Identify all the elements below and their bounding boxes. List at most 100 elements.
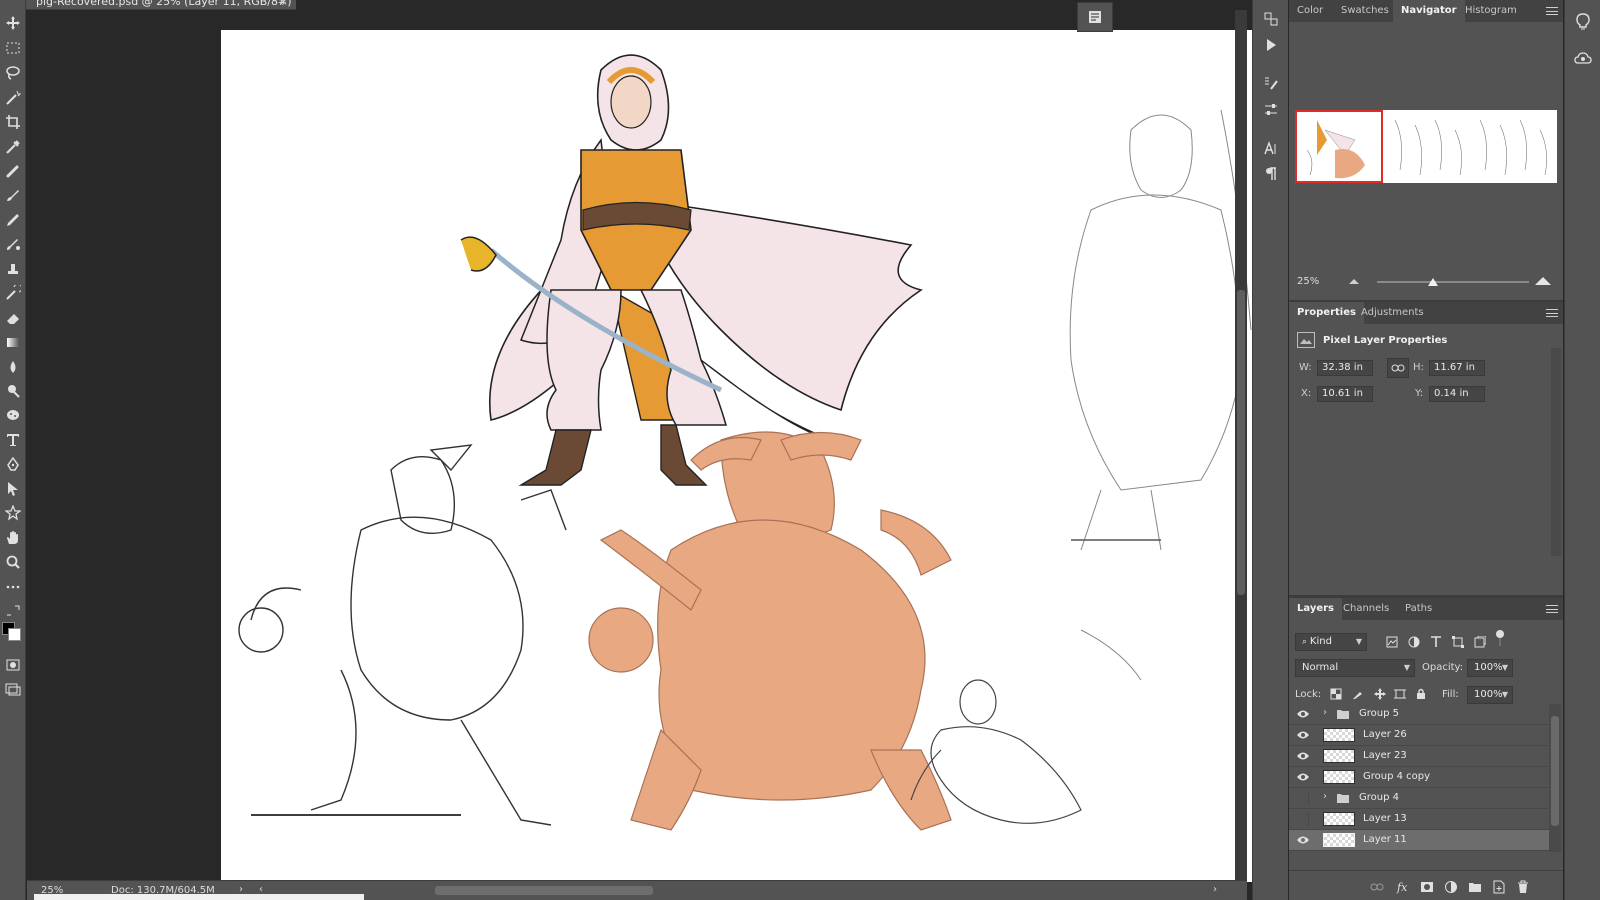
gradient-tool-icon[interactable] xyxy=(2,331,24,353)
tab-navigator[interactable]: Navigator xyxy=(1393,0,1465,22)
hand-tool-icon[interactable] xyxy=(2,527,24,549)
history-panel-icon[interactable] xyxy=(1260,8,1282,30)
y-position-field[interactable]: 0.14 in xyxy=(1429,386,1485,402)
type-tool-icon[interactable] xyxy=(2,429,24,451)
learn-lightbulb-icon[interactable] xyxy=(1571,10,1595,34)
layer-style-fx-icon[interactable]: fx xyxy=(1395,879,1411,895)
magic-wand-tool-icon[interactable] xyxy=(2,87,24,109)
add-mask-icon[interactable] xyxy=(1419,879,1435,895)
close-icon[interactable]: × xyxy=(279,0,288,8)
pencil-tool-icon[interactable] xyxy=(2,209,24,231)
vertical-scrollbar-thumb[interactable] xyxy=(1237,290,1245,595)
zoom-out-icon[interactable] xyxy=(1349,279,1359,284)
panel-menu-icon[interactable] xyxy=(1545,306,1559,320)
link-layers-icon[interactable] xyxy=(1369,879,1385,895)
layer-row-layer-23[interactable]: Layer 23 xyxy=(1289,746,1549,767)
panel-menu-icon[interactable] xyxy=(1545,4,1559,18)
quick-mask-icon[interactable] xyxy=(2,654,24,676)
properties-scrollbar[interactable] xyxy=(1551,348,1561,556)
navigator-zoom-slider-thumb[interactable] xyxy=(1428,278,1438,286)
pen-tool-icon[interactable] xyxy=(2,454,24,476)
eyedropper-tool-icon[interactable] xyxy=(2,136,24,158)
eraser-tool-icon[interactable] xyxy=(2,307,24,329)
background-color-swatch[interactable] xyxy=(8,628,21,641)
new-group-folder-icon[interactable] xyxy=(1467,879,1483,895)
lock-image-pixels-icon[interactable] xyxy=(1351,687,1365,701)
paragraph-panel-icon[interactable] xyxy=(1260,163,1282,185)
navigator-zoom-slider[interactable] xyxy=(1377,281,1529,283)
visibility-eye-icon[interactable] xyxy=(1295,749,1311,763)
filter-type-icon[interactable] xyxy=(1429,635,1443,649)
height-field[interactable]: 11.67 in xyxy=(1429,360,1485,376)
layer-row-group-5[interactable]: › Group 5 xyxy=(1289,704,1549,725)
filter-pixel-icon[interactable] xyxy=(1385,635,1399,649)
filter-adjustment-icon[interactable] xyxy=(1407,635,1421,649)
filter-toggle-icon[interactable] xyxy=(1493,630,1507,646)
clone-stamp-tool-icon[interactable] xyxy=(2,258,24,280)
marquee-tool-icon[interactable] xyxy=(2,37,24,59)
vertical-scrollbar[interactable] xyxy=(1235,10,1247,881)
link-dimensions-button[interactable] xyxy=(1387,358,1409,378)
play-actions-icon[interactable] xyxy=(1260,34,1282,56)
tab-channels[interactable]: Channels xyxy=(1335,598,1397,620)
delete-layer-trash-icon[interactable] xyxy=(1515,879,1531,895)
navigator-zoom-value[interactable]: 25% xyxy=(1297,276,1319,287)
zoom-tool-icon[interactable] xyxy=(2,551,24,573)
document-options-button[interactable] xyxy=(1077,2,1113,32)
more-tools-icon[interactable] xyxy=(2,576,24,598)
chevron-right-icon[interactable]: › xyxy=(1323,707,1327,718)
filter-smart-object-icon[interactable] xyxy=(1473,635,1487,649)
swap-colors-icon[interactable] xyxy=(2,600,24,622)
tab-swatches[interactable]: Swatches xyxy=(1333,0,1397,22)
zoom-in-icon[interactable] xyxy=(1535,277,1551,285)
visibility-eye-icon[interactable] xyxy=(1295,707,1311,721)
fill-field[interactable]: 100% ▼ xyxy=(1467,686,1513,704)
visibility-eye-icon[interactable] xyxy=(1295,728,1311,742)
blur-tool-icon[interactable] xyxy=(2,356,24,378)
new-layer-icon[interactable] xyxy=(1491,879,1507,895)
layer-row-layer-26[interactable]: Layer 26 xyxy=(1289,725,1549,746)
color-replacement-tool-icon[interactable] xyxy=(2,233,24,255)
document-tab[interactable]: pig-Recovered.psd @ 25% (Layer 11, RGB/8… xyxy=(26,0,296,10)
layers-scrollbar[interactable] xyxy=(1549,704,1561,852)
lock-position-icon[interactable] xyxy=(1373,687,1387,701)
history-brush-tool-icon[interactable] xyxy=(2,282,24,304)
layer-row-layer-13[interactable]: Layer 13 xyxy=(1289,809,1549,830)
lock-artboard-icon[interactable] xyxy=(1393,687,1407,701)
custom-shape-tool-icon[interactable] xyxy=(2,502,24,524)
brush-tool-icon[interactable] xyxy=(2,184,24,206)
layer-row-group-4-copy[interactable]: Group 4 copy xyxy=(1289,767,1549,788)
x-position-field[interactable]: 10.61 in xyxy=(1317,386,1373,402)
visibility-toggle-hidden[interactable] xyxy=(1295,791,1309,805)
lock-transparent-pixels-icon[interactable] xyxy=(1329,687,1343,701)
navigator-view-box[interactable] xyxy=(1295,110,1383,183)
panel-menu-icon[interactable] xyxy=(1545,602,1559,616)
layer-row-layer-11[interactable]: Layer 11 xyxy=(1289,830,1549,851)
visibility-toggle-hidden[interactable] xyxy=(1295,812,1309,826)
tab-histogram[interactable]: Histogram xyxy=(1457,0,1525,22)
dodge-tool-icon[interactable] xyxy=(2,380,24,402)
scroll-right-arrow[interactable]: › xyxy=(1213,884,1217,895)
layer-filter-kind-select[interactable]: ⌕ Kind ▼ xyxy=(1295,633,1367,651)
screen-mode-icon[interactable] xyxy=(2,678,24,700)
libraries-icon[interactable] xyxy=(1571,46,1595,70)
move-tool-icon[interactable] xyxy=(2,12,24,34)
visibility-eye-icon[interactable] xyxy=(1295,833,1311,847)
opacity-field[interactable]: 100% ▼ xyxy=(1467,659,1513,677)
crop-tool-icon[interactable] xyxy=(2,111,24,133)
visibility-eye-icon[interactable] xyxy=(1295,770,1311,784)
filter-shape-icon[interactable] xyxy=(1451,635,1465,649)
new-adjustment-layer-icon[interactable] xyxy=(1443,879,1459,895)
path-selection-tool-icon[interactable] xyxy=(2,478,24,500)
lasso-tool-icon[interactable] xyxy=(2,62,24,84)
brush-settings-icon[interactable] xyxy=(1260,72,1282,94)
layers-scrollbar-thumb[interactable] xyxy=(1551,716,1559,826)
chevron-right-icon[interactable]: › xyxy=(1323,791,1327,802)
tab-adjustments[interactable]: Adjustments xyxy=(1353,302,1432,324)
lock-all-icon[interactable] xyxy=(1414,687,1428,701)
document-canvas[interactable] xyxy=(221,30,1259,882)
canvas-workspace[interactable] xyxy=(27,10,1259,882)
adjustments-sliders-icon[interactable] xyxy=(1260,99,1282,121)
width-field[interactable]: 32.38 in xyxy=(1317,360,1373,376)
horizontal-scrollbar-thumb[interactable] xyxy=(435,886,653,895)
